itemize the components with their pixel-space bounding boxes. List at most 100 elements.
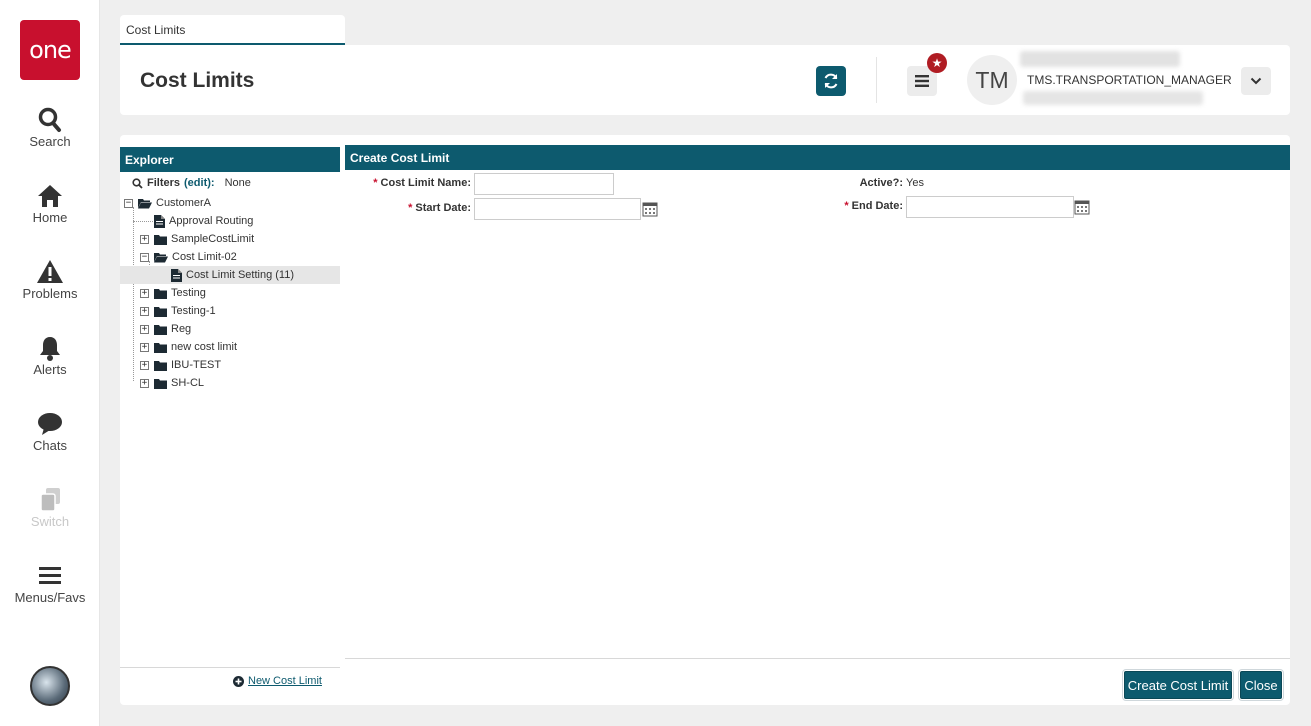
tree-guide-line bbox=[133, 207, 134, 381]
tree-guide-line bbox=[133, 221, 153, 222]
tree-item-label: Approval Routing bbox=[169, 215, 254, 227]
tree-item-label: SampleCostLimit bbox=[171, 233, 255, 245]
start-date-label: * Start Date: bbox=[408, 202, 471, 214]
chat-icon bbox=[38, 413, 62, 435]
cost-limit-name-input[interactable] bbox=[474, 173, 614, 195]
nav-label-problems: Problems bbox=[22, 286, 78, 301]
user-menu-button[interactable] bbox=[1241, 67, 1271, 95]
refresh-icon bbox=[824, 73, 838, 89]
search-icon bbox=[38, 107, 61, 132]
folder-icon bbox=[154, 324, 167, 335]
folder-icon bbox=[154, 360, 167, 371]
tree-item-testing-1[interactable]: + Testing-1 bbox=[140, 302, 216, 320]
expand-toggle-icon[interactable]: + bbox=[140, 288, 149, 298]
collapse-toggle-icon[interactable]: − bbox=[140, 252, 149, 262]
folder-icon bbox=[154, 306, 167, 317]
tree-item-new-cost-limit[interactable]: + new cost limit bbox=[140, 338, 237, 356]
expand-toggle-icon[interactable]: + bbox=[140, 324, 149, 334]
active-value: Yes bbox=[906, 177, 924, 189]
header-divider bbox=[876, 57, 877, 103]
tree-item-samplecostlimit[interactable]: + SampleCostLimit bbox=[140, 230, 254, 248]
nav-alerts[interactable]: Alerts bbox=[0, 334, 100, 377]
chevron-down-icon bbox=[1250, 77, 1262, 85]
tree-item-label: Reg bbox=[171, 323, 192, 335]
expand-toggle-icon[interactable]: + bbox=[140, 306, 149, 316]
home-icon bbox=[38, 185, 62, 207]
required-marker: * bbox=[373, 177, 378, 189]
calendar-icon[interactable] bbox=[1074, 199, 1090, 215]
tree-item-approval-routing[interactable]: Approval Routing bbox=[154, 212, 253, 230]
expand-toggle-icon[interactable]: + bbox=[140, 342, 149, 352]
end-date-input[interactable] bbox=[906, 196, 1074, 218]
folder-icon bbox=[154, 342, 167, 353]
explorer-title: Explorer bbox=[120, 147, 340, 172]
favorites-star-badge-icon[interactable]: ★ bbox=[927, 53, 947, 73]
hamburger-icon bbox=[39, 567, 61, 584]
start-date-input[interactable] bbox=[474, 198, 641, 220]
search-icon bbox=[132, 177, 143, 189]
new-cost-limit-link[interactable]: New Cost Limit bbox=[233, 675, 322, 687]
tree-item-testing[interactable]: + Testing bbox=[140, 284, 206, 302]
close-button[interactable]: Close bbox=[1238, 669, 1284, 701]
tree-item-label: CustomerA bbox=[156, 197, 212, 209]
folder-icon bbox=[154, 234, 167, 245]
nav-label-alerts: Alerts bbox=[33, 362, 67, 377]
required-marker: * bbox=[408, 202, 413, 214]
nav-label-chats: Chats bbox=[33, 438, 67, 453]
active-label: Active?: bbox=[859, 177, 903, 189]
page-header: Cost Limits ★ TM TMS.TRANSPORTATION_MANA… bbox=[120, 45, 1290, 115]
bell-icon bbox=[40, 337, 60, 361]
nav-label-switch: Switch bbox=[30, 514, 70, 529]
tree-item-label: SH-CL bbox=[171, 377, 205, 389]
main-panel: Explorer Filters (edit): None − Customer… bbox=[120, 135, 1290, 705]
tree-item-cost-limit-setting[interactable]: Cost Limit Setting (11) bbox=[120, 266, 340, 284]
user-avatar[interactable]: TM bbox=[967, 55, 1017, 105]
create-cost-limit-button[interactable]: Create Cost Limit bbox=[1122, 669, 1234, 701]
nav-chats[interactable]: Chats bbox=[0, 410, 100, 453]
folder-open-icon bbox=[138, 198, 152, 208]
end-date-label: * End Date: bbox=[844, 200, 903, 212]
form-title: Create Cost Limit bbox=[345, 145, 1290, 170]
user-name-redacted bbox=[1020, 51, 1180, 67]
filters-edit-link[interactable]: (edit): bbox=[184, 177, 215, 189]
tree-item-reg[interactable]: + Reg bbox=[140, 320, 191, 338]
tree-item-label: new cost limit bbox=[171, 341, 238, 353]
expand-toggle-icon[interactable]: + bbox=[140, 360, 149, 370]
tree-item-cost-limit-02[interactable]: − Cost Limit-02 bbox=[140, 248, 237, 266]
app-logo[interactable]: one bbox=[20, 20, 80, 80]
user-org-redacted bbox=[1023, 91, 1203, 105]
left-nav: one Search Home Problems Alerts Chats Sw… bbox=[0, 0, 100, 726]
tree-item-sh-cl[interactable]: + SH-CL bbox=[140, 374, 204, 392]
collapse-toggle-icon[interactable]: − bbox=[124, 198, 133, 208]
nav-search[interactable]: Search bbox=[0, 106, 100, 149]
switch-icon bbox=[40, 488, 60, 512]
document-icon bbox=[154, 214, 165, 228]
explorer-footer-divider bbox=[120, 667, 340, 668]
folder-icon bbox=[154, 378, 167, 389]
tab-cost-limits[interactable]: Cost Limits bbox=[120, 15, 345, 45]
tree-item-label: IBU-TEST bbox=[171, 359, 222, 371]
required-marker: * bbox=[844, 200, 849, 212]
cost-limit-name-label: * Cost Limit Name: bbox=[373, 177, 471, 189]
assistant-avatar-icon[interactable] bbox=[30, 666, 70, 706]
tree-item-ibu-test[interactable]: + IBU-TEST bbox=[140, 356, 221, 374]
nav-switch: Switch bbox=[0, 486, 100, 529]
new-cost-limit-label: New Cost Limit bbox=[248, 675, 322, 687]
tree-item-customera[interactable]: − CustomerA bbox=[124, 194, 211, 212]
nav-label-menus: Menus/Favs bbox=[14, 590, 86, 605]
document-icon bbox=[171, 268, 182, 282]
expand-toggle-icon[interactable]: + bbox=[140, 378, 149, 388]
nav-menus-favs[interactable]: Menus/Favs bbox=[0, 562, 100, 605]
tree-item-label: Testing-1 bbox=[171, 305, 216, 317]
nav-problems[interactable]: Problems bbox=[0, 258, 100, 301]
page-title: Cost Limits bbox=[140, 69, 255, 92]
folder-open-icon bbox=[154, 252, 168, 262]
nav-label-home: Home bbox=[32, 210, 68, 225]
menu-lines-icon bbox=[915, 75, 929, 87]
explorer-filters: Filters (edit): None bbox=[132, 177, 251, 189]
refresh-button[interactable] bbox=[816, 66, 846, 96]
nav-home[interactable]: Home bbox=[0, 182, 100, 225]
calendar-icon[interactable] bbox=[642, 201, 658, 217]
nav-label-search: Search bbox=[29, 134, 71, 149]
expand-toggle-icon[interactable]: + bbox=[140, 234, 149, 244]
